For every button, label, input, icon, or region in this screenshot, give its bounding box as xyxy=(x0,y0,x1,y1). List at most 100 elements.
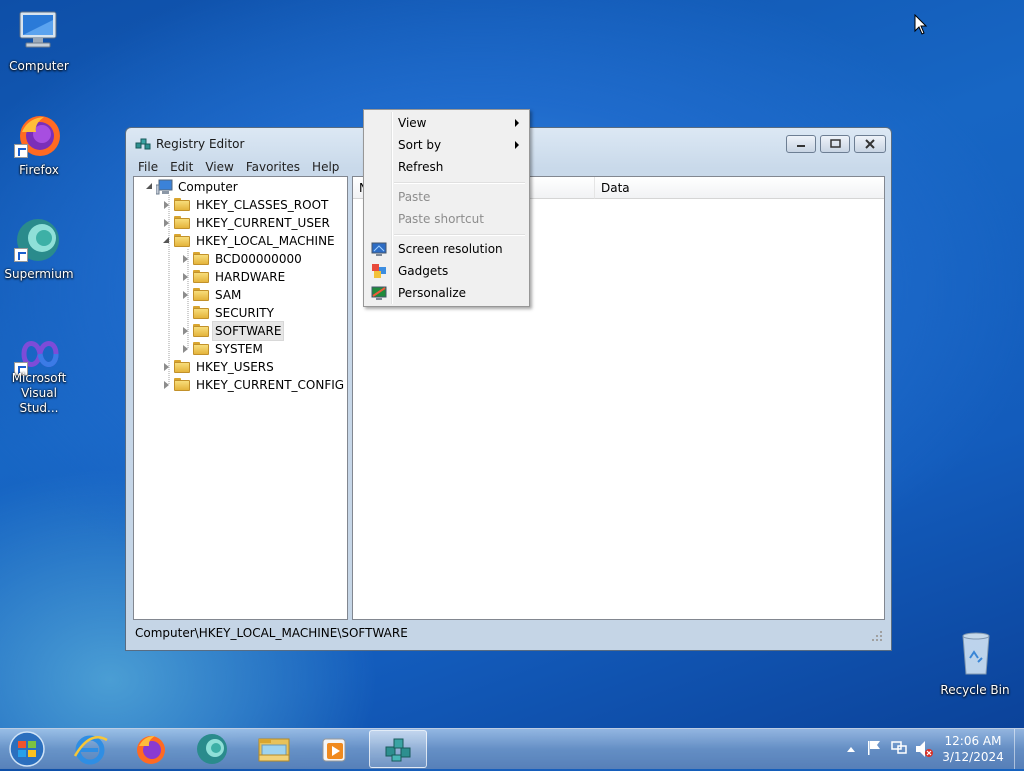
menu-item-paste[interactable]: Paste xyxy=(366,186,527,208)
collapse-icon xyxy=(163,237,169,243)
window-title: Registry Editor xyxy=(156,137,245,151)
mouse-cursor-icon xyxy=(914,14,928,35)
supermium-icon xyxy=(197,734,227,764)
tree-node-hkcu[interactable]: HKEY_CURRENT_USER xyxy=(162,214,342,232)
tree-node-hku[interactable]: HKEY_USERS xyxy=(162,358,342,376)
folder-icon xyxy=(258,738,290,762)
tree-node-security[interactable]: SECURITY xyxy=(181,304,341,322)
taskbar-file-explorer[interactable] xyxy=(245,730,303,768)
folder-icon xyxy=(193,342,209,356)
menu-help[interactable]: Help xyxy=(306,158,345,176)
expand-icon xyxy=(164,363,169,371)
tree-node-label: HKEY_USERS xyxy=(196,360,274,374)
menu-item-label: Sort by xyxy=(398,138,442,152)
clock-date: 3/12/2024 xyxy=(942,750,1004,764)
desktop-icon-label: Supermium xyxy=(4,267,74,281)
expand-icon xyxy=(183,291,188,299)
regedit-icon xyxy=(135,138,151,150)
menu-item-personalize[interactable]: Personalize xyxy=(366,282,527,304)
desktop-icon-firefox[interactable]: Firefox xyxy=(0,112,78,180)
column-header-data[interactable]: Data xyxy=(595,177,884,199)
tree-node-label: HKEY_LOCAL_MACHINE xyxy=(196,234,335,248)
tree-node-system[interactable]: SYSTEM xyxy=(181,340,341,358)
folder-icon xyxy=(174,360,190,374)
tree-node-hkcr[interactable]: HKEY_CLASSES_ROOT xyxy=(162,196,342,214)
personalize-icon xyxy=(371,286,387,300)
menu-file[interactable]: File xyxy=(132,158,164,176)
desktop-icon-computer[interactable]: Computer xyxy=(0,8,78,76)
folder-icon xyxy=(193,288,209,302)
tree-node-label: HARDWARE xyxy=(215,270,286,284)
taskbar-firefox[interactable] xyxy=(122,730,180,768)
collapse-icon xyxy=(146,183,152,189)
taskbar-media-player[interactable] xyxy=(306,730,364,768)
desktop-icon-visual-studio[interactable]: Microsoft Visual Stud... xyxy=(0,330,78,415)
clock-time: 12:06 AM xyxy=(944,734,1002,748)
folder-icon xyxy=(193,270,209,284)
close-button[interactable] xyxy=(854,135,886,153)
expand-icon xyxy=(183,327,188,335)
maximize-button[interactable] xyxy=(820,135,850,153)
taskbar-supermium[interactable] xyxy=(183,730,241,768)
tree-node-hardware[interactable]: HARDWARE xyxy=(181,268,341,286)
gadgets-icon xyxy=(372,264,386,278)
minimize-button[interactable] xyxy=(786,135,816,153)
close-icon xyxy=(865,139,875,149)
menu-item-paste-shortcut[interactable]: Paste shortcut xyxy=(366,208,527,230)
start-button[interactable] xyxy=(2,730,52,768)
menu-edit[interactable]: Edit xyxy=(164,158,199,176)
tree-node-sam[interactable]: SAM xyxy=(181,286,341,304)
media-player-icon xyxy=(322,738,346,762)
desktop-icon-label: Microsoft Visual Stud... xyxy=(11,371,67,415)
volume-muted-icon[interactable] xyxy=(914,729,934,769)
desktop-icon-label: Recycle Bin xyxy=(940,683,1010,697)
internet-explorer-icon xyxy=(73,735,108,765)
expand-icon xyxy=(164,219,169,227)
menu-item-label: Personalize xyxy=(398,286,467,300)
screen-resolution-icon xyxy=(371,242,387,256)
resize-grip-icon[interactable] xyxy=(871,630,883,642)
folder-open-icon xyxy=(174,234,190,248)
desktop-icon-recycle-bin[interactable]: Recycle Bin xyxy=(936,628,1014,700)
submenu-arrow-icon xyxy=(515,141,519,149)
network-icon[interactable] xyxy=(890,729,908,769)
tree-node-bcd[interactable]: BCD00000000 xyxy=(181,250,341,268)
tree-node-computer[interactable]: Computer xyxy=(144,178,344,196)
taskbar-clock[interactable]: 12:06 AM 3/12/2024 xyxy=(935,733,1011,765)
tree-node-hkcc[interactable]: HKEY_CURRENT_CONFIG xyxy=(162,376,344,394)
tree-node-software[interactable]: SOFTWARE xyxy=(181,321,341,341)
expand-icon xyxy=(164,381,169,389)
firefox-icon xyxy=(137,736,165,764)
show-hidden-icons-icon[interactable] xyxy=(843,729,859,769)
folder-icon xyxy=(193,324,209,338)
taskbar-registry-editor[interactable] xyxy=(369,730,427,768)
recycle-bin-icon xyxy=(962,632,990,675)
desktop-icon-supermium[interactable]: Supermium xyxy=(0,216,78,284)
taskbar-internet-explorer[interactable] xyxy=(61,730,119,768)
menu-item-screen-resolution[interactable]: Screen resolution xyxy=(366,238,527,260)
tree-node-hklm[interactable]: HKEY_LOCAL_MACHINE xyxy=(162,232,342,250)
tree-node-label: SAM xyxy=(215,288,242,302)
computer-icon xyxy=(19,11,57,48)
windows-logo-icon xyxy=(9,731,45,767)
menu-favorites[interactable]: Favorites xyxy=(240,158,306,176)
folder-icon xyxy=(193,306,209,320)
action-center-flag-icon[interactable] xyxy=(865,729,883,769)
menu-item-label: Paste xyxy=(398,190,431,204)
expand-icon xyxy=(164,201,169,209)
show-desktop-button[interactable] xyxy=(1014,729,1024,769)
submenu-arrow-icon xyxy=(515,119,519,127)
tree-node-label: HKEY_CURRENT_CONFIG xyxy=(196,378,345,392)
tree-node-label-selected: SOFTWARE xyxy=(212,321,285,341)
menu-item-view[interactable]: View xyxy=(366,112,527,134)
folder-icon xyxy=(193,252,209,266)
menu-item-refresh[interactable]: Refresh xyxy=(366,156,527,178)
expand-icon xyxy=(183,273,188,281)
registry-tree[interactable]: Computer HKEY_CLASSES_ROOT HKEY_CURRENT_… xyxy=(133,176,348,620)
menu-item-sort-by[interactable]: Sort by xyxy=(366,134,527,156)
menu-item-gadgets[interactable]: Gadgets xyxy=(366,260,527,282)
tree-node-label: SYSTEM xyxy=(215,342,263,356)
tree-node-label: HKEY_CLASSES_ROOT xyxy=(196,198,329,212)
menu-item-label: Screen resolution xyxy=(398,242,503,256)
menu-view[interactable]: View xyxy=(199,158,239,176)
